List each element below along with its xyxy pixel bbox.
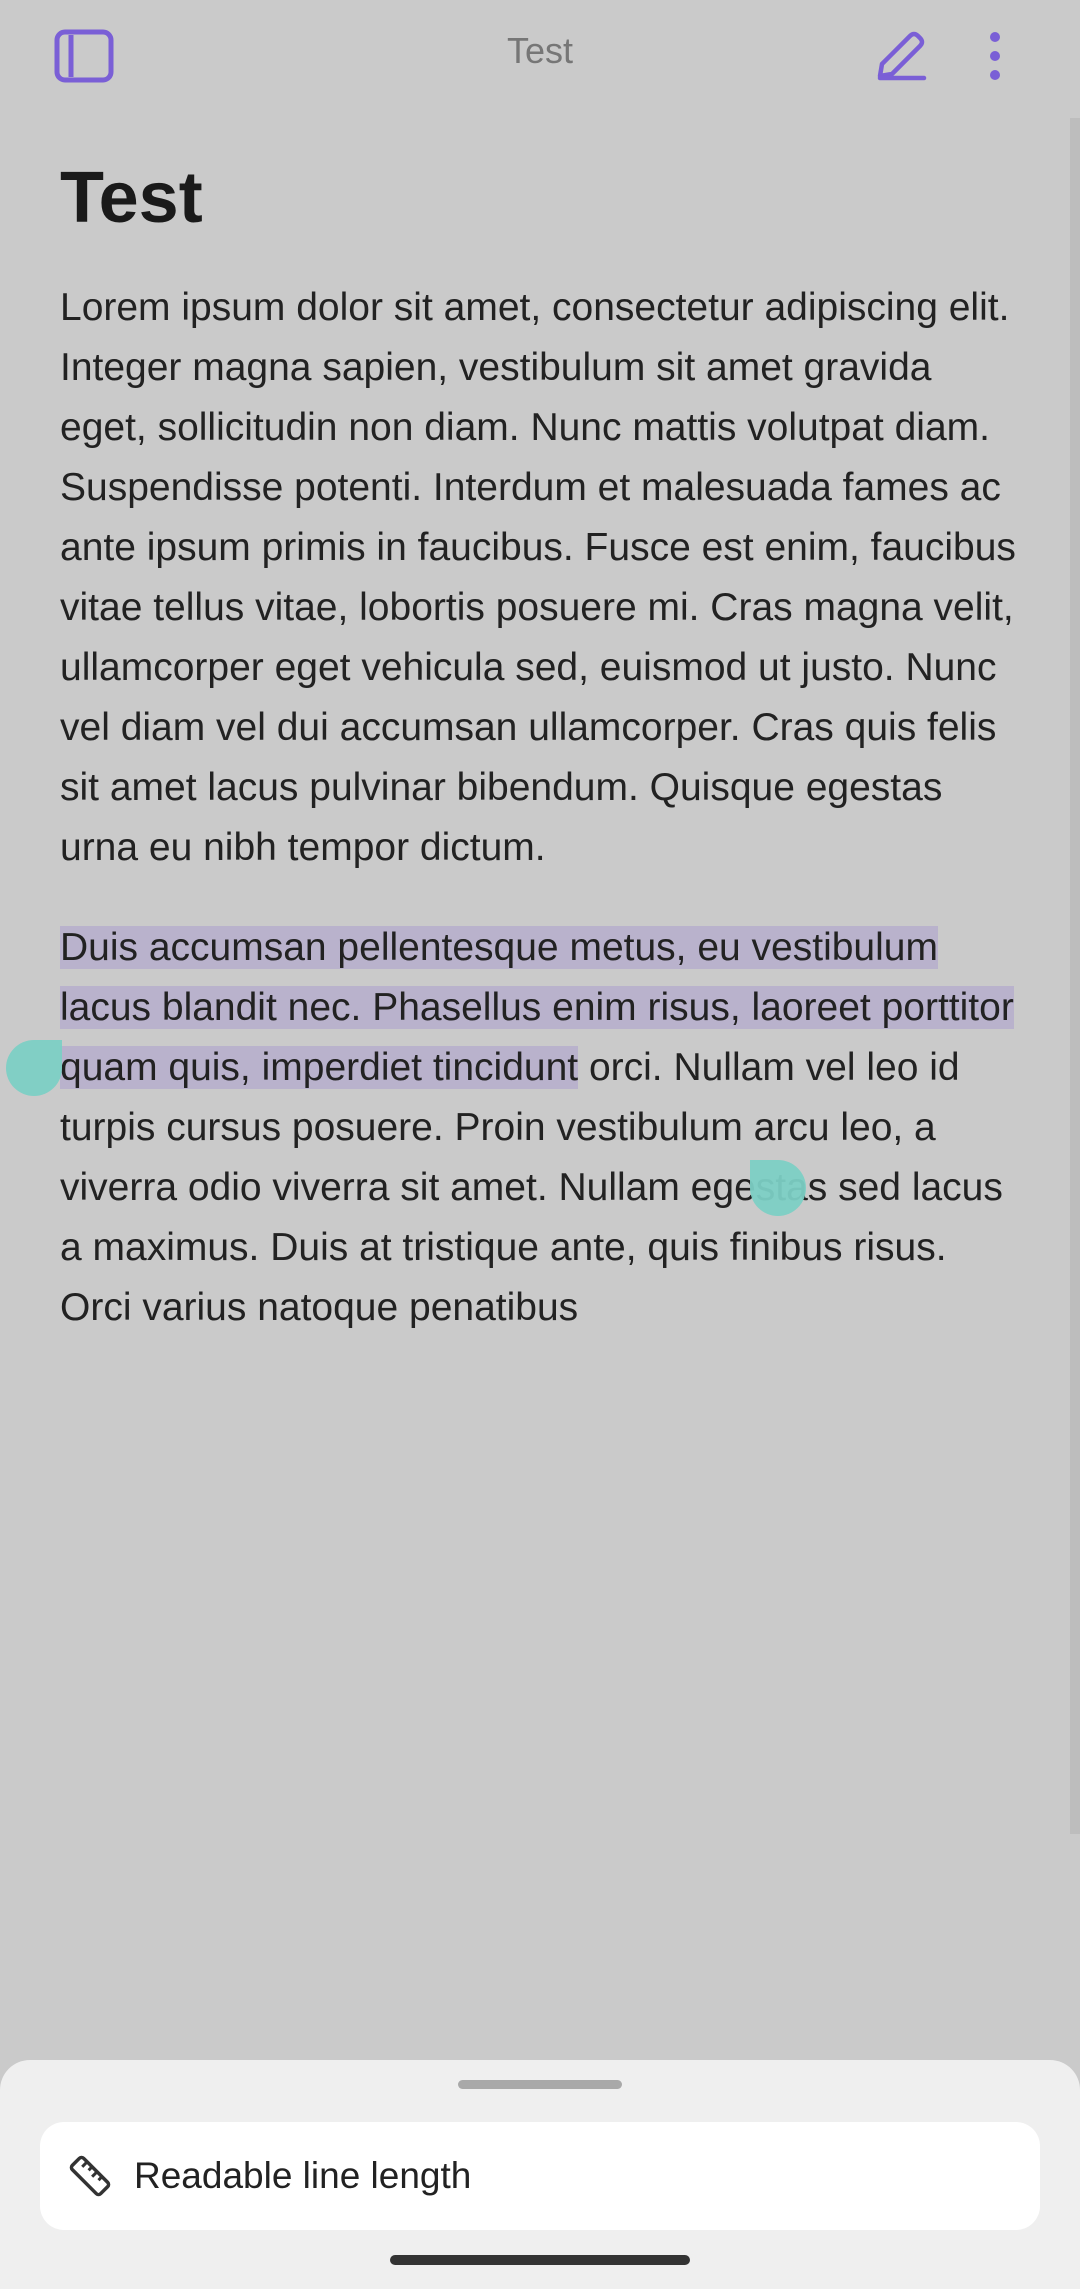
scrollbar[interactable] xyxy=(1070,118,1080,1834)
top-app-bar: Test xyxy=(0,0,1080,112)
edit-button[interactable] xyxy=(864,22,936,90)
more-options-button[interactable] xyxy=(962,22,1028,90)
ruler-icon xyxy=(68,2154,112,2198)
home-indicator[interactable] xyxy=(390,2255,690,2265)
readable-line-length-label: Readable line length xyxy=(134,2155,472,2196)
readable-line-length-option[interactable]: Readable line length xyxy=(40,2122,1040,2230)
note-title: Test xyxy=(60,158,203,238)
bottom-sheet: Readable line length xyxy=(0,2060,1080,2289)
sheet-drag-handle[interactable] xyxy=(458,2080,622,2089)
more-vertical-icon xyxy=(990,32,1000,80)
note-paragraph-2[interactable]: Duis accumsan pellentesque metus, eu ves… xyxy=(60,918,1020,1338)
selection-start-handle[interactable] xyxy=(6,1040,62,1096)
selection-end-handle[interactable] xyxy=(750,1160,806,1216)
pencil-icon xyxy=(877,31,927,81)
note-paragraph-1[interactable]: Lorem ipsum dolor sit amet, consectetur … xyxy=(60,278,1020,878)
note-content[interactable]: Test Lorem ipsum dolor sit amet, consect… xyxy=(60,150,1020,1338)
